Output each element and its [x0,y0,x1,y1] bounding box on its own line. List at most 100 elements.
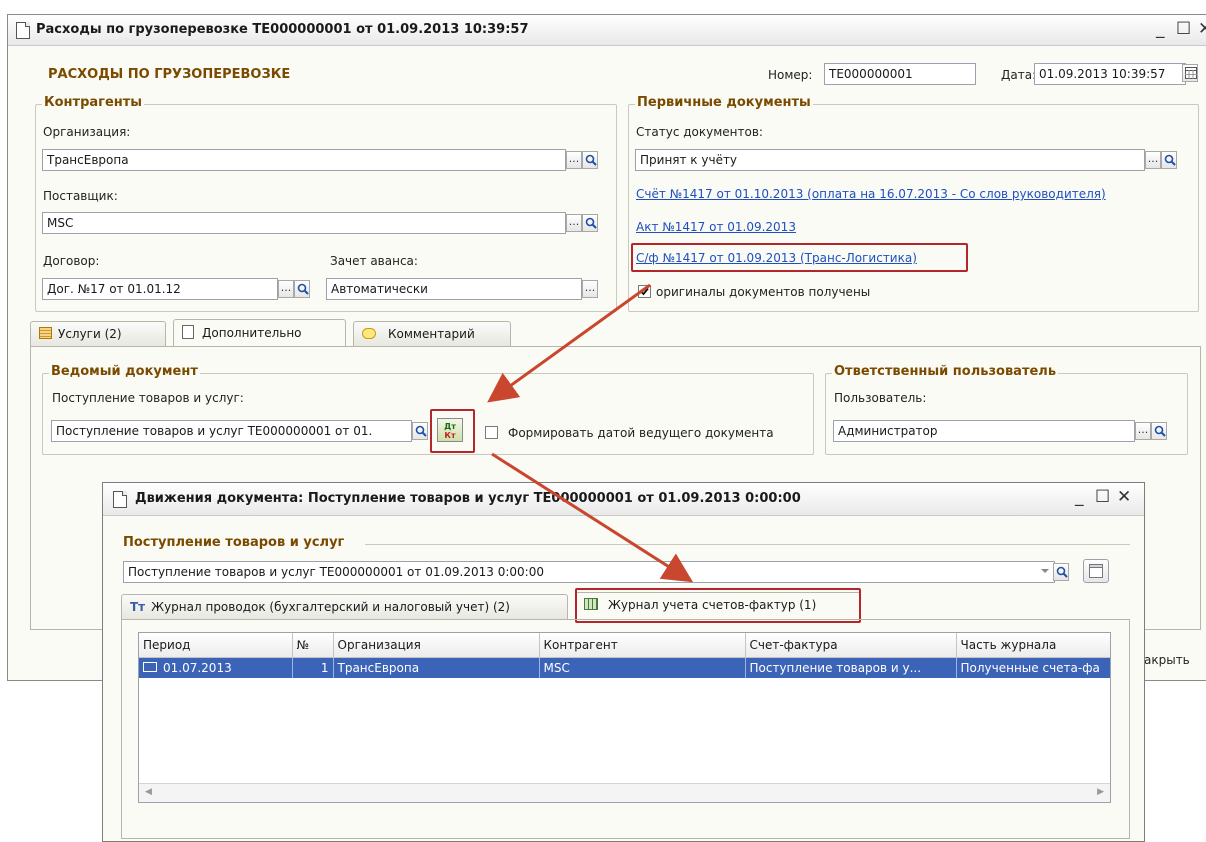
goods-receipt-field[interactable]: Поступление товаров и услуг ТЕ000000001 … [51,420,412,442]
scroll-right-icon[interactable]: ▶ [1097,787,1104,797]
doc-status-select-button[interactable]: ... [1145,151,1161,169]
close-button[interactable]: ✕ [1198,19,1206,39]
movements-search-icon[interactable] [1053,563,1069,581]
table-cell-counterparty[interactable]: MSC [539,657,746,678]
organization-select-button[interactable]: ... [566,151,582,169]
contract-label: Договор: [43,254,100,268]
tab-services-label: Услуги (2) [58,327,122,341]
main-titlebar: Расходы по грузоперевозке ТЕ000000001 от… [8,15,1206,46]
column-header-journal-part[interactable]: Часть журнала [956,633,1110,658]
tab-additional[interactable]: Дополнительно [173,319,346,346]
section-rule [365,544,1130,545]
movements-close-button[interactable]: ✕ [1117,487,1131,507]
table-icon [39,327,52,339]
doc-status-search-icon[interactable] [1161,151,1177,169]
speech-bubble-icon [362,328,376,339]
originals-checkbox[interactable] [638,285,651,298]
table-cell-number[interactable]: 1 [292,657,334,678]
doc-status-label: Статус документов: [636,125,763,139]
organization-field[interactable]: ТрансЕвропа [42,149,566,171]
minimize-button[interactable]: _ [1156,19,1165,39]
goods-receipt-label: Поступление товаров и услуг: [52,391,244,405]
invoice-link[interactable]: Счёт №1417 от 01.10.2013 (оплата на 16.0… [636,187,1106,201]
contract-search-icon[interactable] [294,280,310,298]
horizontal-scrollbar[interactable]: ◀ ▶ [139,783,1110,802]
primary-docs-title: Первичные документы [635,95,813,110]
user-label: Пользователь: [834,391,927,405]
scroll-left-icon[interactable]: ◀ [145,787,152,797]
record-icon [143,662,157,672]
tab-services[interactable]: Услуги (2) [30,321,166,346]
posting-journal-icon: Tт [130,600,146,614]
column-header-counterparty[interactable]: Контрагент [539,633,746,658]
movements-titlebar: Движения документа: Поступление товаров … [103,483,1144,516]
main-window-title: Расходы по грузоперевозке ТЕ000000001 от… [36,22,529,37]
tab-posting-journal[interactable]: Tт Журнал проводок (бухгалтерский и налог… [121,594,568,619]
dtkt-icon-bottom: Кт [444,431,456,440]
user-select-button[interactable]: ... [1135,422,1151,440]
movements-minimize-button[interactable]: _ [1075,487,1084,507]
supplier-select-button[interactable]: ... [566,214,582,232]
open-form-button[interactable] [1083,559,1109,583]
form-by-date-label: Формировать датой ведущего документа [508,426,774,440]
table-cell-journal-part[interactable]: Полученные счета-фа [956,657,1110,678]
invoice-tab-highlight [575,588,861,623]
tab-additional-label: Дополнительно [202,326,302,340]
originals-label: оригиналы документов получены [656,285,871,299]
responsible-user-title: Ответственный пользователь [832,364,1059,379]
period-value: 01.07.2013 [163,661,232,675]
column-header-organization[interactable]: Организация [333,633,540,658]
column-header-number[interactable]: № [292,633,334,658]
dropdown-arrow-icon[interactable] [1037,563,1053,581]
dtkt-icon-top: Дт [444,422,456,431]
table-row[interactable]: 01.07.2013 1 ТрансЕвропа MSC Поступление… [139,657,1110,678]
date-label: Дата: [1001,68,1037,82]
advance-label: Зачет аванса: [330,254,418,268]
advance-field[interactable]: Автоматически [326,278,582,300]
tab-comment[interactable]: Комментарий [353,321,511,346]
supplier-search-icon[interactable] [582,214,598,232]
supplier-field[interactable]: MSC [42,212,566,234]
sf-link[interactable]: С/ф №1417 от 01.09.2013 (Транс-Логистика… [636,251,917,265]
counterparties-title: Контрагенты [42,95,145,110]
contract-select-button[interactable]: ... [278,280,294,298]
form-by-date-checkbox[interactable] [485,426,498,439]
calendar-icon[interactable] [1182,64,1198,82]
movements-section-title: Поступление товаров и услуг [123,535,349,550]
movements-window: Движения документа: Поступление товаров … [102,482,1145,842]
table-cell-organization[interactable]: ТрансЕвропа [333,657,540,678]
number-label: Номер: [768,68,813,82]
page-heading: РАСХОДЫ ПО ГРУЗОПЕРЕВОЗКЕ [48,67,291,82]
document-icon [113,491,127,508]
table-cell-invoice[interactable]: Поступление товаров и у... [745,657,957,678]
close-button-partial[interactable]: акрыть [1144,653,1190,667]
column-header-invoice[interactable]: Счет-фактура [745,633,957,658]
maximize-button[interactable]: ☐ [1176,19,1191,39]
table-header-row: Период № Организация Контрагент Счет-фак… [139,633,1110,658]
invoice-journal-table: Период № Организация Контрагент Счет-фак… [138,632,1111,803]
table-cell-period[interactable]: 01.07.2013 [139,657,293,678]
doc-status-field[interactable]: Принят к учёту [635,149,1145,171]
supplier-label: Поставщик: [43,189,118,203]
advance-select-button[interactable]: ... [582,280,598,298]
user-search-icon[interactable] [1151,422,1167,440]
date-field[interactable]: 01.09.2013 10:39:57 [1034,63,1186,85]
responsible-user-group: Ответственный пользователь [825,364,1188,455]
tab-posting-journal-label: Журнал проводок (бухгалтерский и налогов… [151,600,510,614]
led-document-title: Ведомый документ [49,364,200,379]
dtkt-button[interactable]: Дт Кт [437,418,463,442]
organization-search-icon[interactable] [582,151,598,169]
document-icon [16,22,30,39]
contract-field[interactable]: Дог. №17 от 01.01.12 [42,278,278,300]
organization-label: Организация: [43,125,131,139]
movements-doc-field[interactable]: Поступление товаров и услуг ТЕ000000001 … [123,561,1055,583]
page-icon [182,325,194,339]
number-field[interactable]: ТЕ000000001 [824,63,976,85]
goods-receipt-search-icon[interactable] [412,422,428,440]
column-header-period[interactable]: Период [139,633,293,658]
act-link[interactable]: Акт №1417 от 01.09.2013 [636,220,796,234]
tab-comment-label: Комментарий [388,327,475,341]
user-field[interactable]: Администратор [833,420,1135,442]
movements-maximize-button[interactable]: ☐ [1095,487,1110,507]
movements-window-title: Движения документа: Поступление товаров … [135,491,801,506]
